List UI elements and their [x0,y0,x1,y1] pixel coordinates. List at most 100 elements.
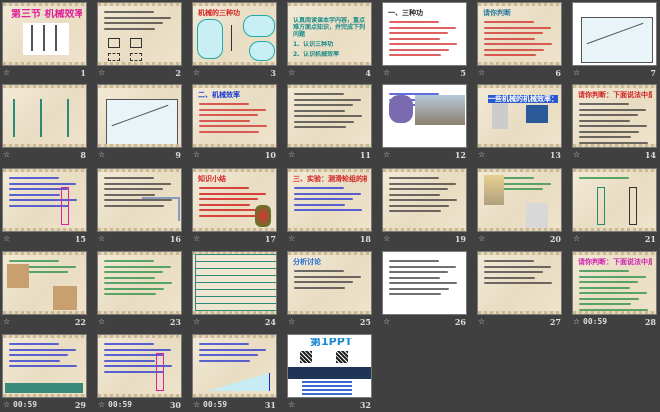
slide-thumbnail-item[interactable]: ☆ 12 [382,84,468,162]
star-animation-icon[interactable]: ☆ [288,150,295,159]
slide-thumbnail[interactable]: 请你判断：下面说法中是否正确？ [572,84,657,148]
slide-thumbnail[interactable] [2,84,87,148]
slide-thumbnail[interactable] [572,2,657,66]
star-animation-icon[interactable]: ☆ [98,317,105,326]
star-animation-icon[interactable]: ☆ [573,317,580,326]
star-animation-icon[interactable]: ☆ [383,317,390,326]
slide-thumbnail[interactable] [97,251,182,315]
star-animation-icon[interactable]: ☆ [288,317,295,326]
slide-thumbnail-item[interactable]: ☆ 8 [2,84,88,162]
star-animation-icon[interactable]: ☆ [193,234,200,243]
slide-thumbnail-item[interactable]: 机械的三种功 ☆ 3 [192,2,278,80]
star-animation-icon[interactable]: ☆ [3,400,10,409]
star-animation-icon[interactable]: ☆ [98,68,105,77]
slide-thumbnail-item[interactable]: ☆ 00:59 29 [2,334,88,412]
star-animation-icon[interactable]: ☆ [573,68,580,77]
star-animation-icon[interactable]: ☆ [288,234,295,243]
slide-thumbnail[interactable]: 第三节 机械效率 [2,2,87,66]
slide-thumbnail-item[interactable]: 认真阅读课本学内容，重点难方面点知识，并完成下列问题 1、认识三种功 2、认识机械效… [287,2,373,80]
star-animation-icon[interactable]: ☆ [478,150,485,159]
slide-thumbnail[interactable] [97,334,182,398]
text-line [484,276,535,279]
slide-thumbnail[interactable] [192,251,277,315]
star-animation-icon[interactable]: ☆ [3,150,10,159]
star-animation-icon[interactable]: ☆ [383,68,390,77]
star-animation-icon[interactable]: ☆ [98,150,105,159]
slide-thumbnail-item[interactable]: 一、三种功 ☆ 5 [382,2,468,80]
slide-thumbnail-item[interactable]: 请你判断：下面说法中是否正确？ ☆00:59 28 [572,251,658,329]
slide-thumbnail-item[interactable]: ☆ 00:59 30 [97,334,183,412]
star-animation-icon[interactable]: ☆ [288,68,295,77]
slide-thumbnail[interactable]: 二、机械效率 [192,84,277,148]
star-animation-icon[interactable]: ☆ [98,400,105,409]
star-animation-icon[interactable]: ☆ [383,150,390,159]
slide-thumbnail[interactable] [2,168,87,232]
slide-thumbnail[interactable] [2,334,87,398]
slide-thumbnail[interactable]: 三、实验：测滑轮组的机械效率 [287,168,372,232]
slide-thumbnail[interactable]: 认真阅读课本学内容，重点难方面点知识，并完成下列问题 1、认识三种功 2、认识机械效… [287,2,372,66]
slide-thumbnail-item[interactable]: 第三节 机械效率 ☆ 1 [2,2,88,80]
star-animation-icon[interactable]: ☆ [383,234,390,243]
slide-thumbnail-item[interactable]: ☆ 16 [97,168,183,246]
slide-thumbnail-item[interactable]: ☆ 00:59 31 [192,334,278,412]
star-animation-icon[interactable]: ☆ [478,68,485,77]
star-animation-icon[interactable]: ☆ [478,317,485,326]
slide-thumbnail-item[interactable]: ☆ 24 [192,251,278,329]
star-animation-icon[interactable]: ☆ [478,234,485,243]
slide-thumbnail-item[interactable]: ☆ 7 [572,2,658,80]
slide-thumbnail[interactable]: 一些机械的机械效率： [477,84,562,148]
slide-thumbnail-item[interactable]: 请你判断：下面说法中是否正确？ ☆ 14 [572,84,658,162]
slide-thumbnail[interactable] [382,251,467,315]
slide-thumbnail-item[interactable]: ☆ 26 [382,251,468,329]
slide-thumbnail[interactable] [192,334,277,398]
slide-thumbnail[interactable]: 请你判断：下面说法中是否正确？ [572,251,657,315]
slide-number: 9 [175,150,181,160]
slide-thumbnail-item[interactable]: ☆ 23 [97,251,183,329]
slide-thumbnail[interactable]: 知识小结 [192,168,277,232]
slide-thumbnail-item[interactable]: 请你判断 ☆ 6 [477,2,563,80]
slide-thumbnail[interactable] [572,168,657,232]
star-animation-icon[interactable]: ☆ [3,317,10,326]
star-animation-icon[interactable]: ☆ [573,150,580,159]
star-animation-icon[interactable]: ☆ [193,68,200,77]
star-animation-icon[interactable]: ☆ [288,400,295,409]
star-animation-icon[interactable]: ☆ [573,234,580,243]
slide-thumbnail[interactable] [97,168,182,232]
slide-thumbnail[interactable]: 一、三种功 [382,2,467,66]
star-animation-icon[interactable]: ☆ [3,234,10,243]
star-animation-icon[interactable]: ☆ [98,234,105,243]
slide-thumbnail[interactable] [97,84,182,148]
star-animation-icon[interactable]: ☆ [193,400,200,409]
slide-thumbnail[interactable]: 分析讨论 [287,251,372,315]
slide-thumbnail-item[interactable]: 二、机械效率 ☆ 10 [192,84,278,162]
slide-thumbnail-item[interactable]: 分析讨论 ☆ 25 [287,251,373,329]
slide-thumbnail-item[interactable]: ☆ 2 [97,2,183,80]
slide-thumbnail[interactable]: 请你判断 [477,2,562,66]
slide-number: 10 [264,150,276,160]
slide-thumbnail-item[interactable]: 三、实验：测滑轮组的机械效率 ☆ 18 [287,168,373,246]
slide-thumbnail[interactable]: 第1PPT [287,334,372,398]
slide-thumbnail[interactable] [477,168,562,232]
slide-thumbnail-item[interactable]: ☆ 9 [97,84,183,162]
slide-thumbnail-item[interactable]: ☆ 19 [382,168,468,246]
slide-thumbnail[interactable] [2,251,87,315]
slide-thumbnail[interactable] [97,2,182,66]
star-animation-icon[interactable]: ☆ [193,150,200,159]
slide-thumbnail-item[interactable]: 知识小结 ☆ 17 [192,168,278,246]
slide-thumbnail-item[interactable]: ☆ 27 [477,251,563,329]
slide-thumbnail[interactable] [382,84,467,148]
star-animation-icon[interactable]: ☆ [3,68,10,77]
slide-thumbnail[interactable] [477,251,562,315]
slide-thumbnail-item[interactable]: ☆ 21 [572,168,658,246]
rope [55,25,57,51]
slide-thumbnail[interactable]: 机械的三种功 [192,2,277,66]
star-animation-icon[interactable]: ☆ [193,317,200,326]
slide-thumbnail-item[interactable]: ☆ 22 [2,251,88,329]
slide-thumbnail-item[interactable]: ☆ 11 [287,84,373,162]
slide-thumbnail-item[interactable]: 一些机械的机械效率： ☆ 13 [477,84,563,162]
slide-thumbnail-item[interactable]: ☆ 15 [2,168,88,246]
slide-thumbnail-item[interactable]: 第1PPT ☆ 32 [287,334,373,412]
slide-thumbnail[interactable] [287,84,372,148]
slide-thumbnail[interactable] [382,168,467,232]
slide-thumbnail-item[interactable]: ☆ 20 [477,168,563,246]
